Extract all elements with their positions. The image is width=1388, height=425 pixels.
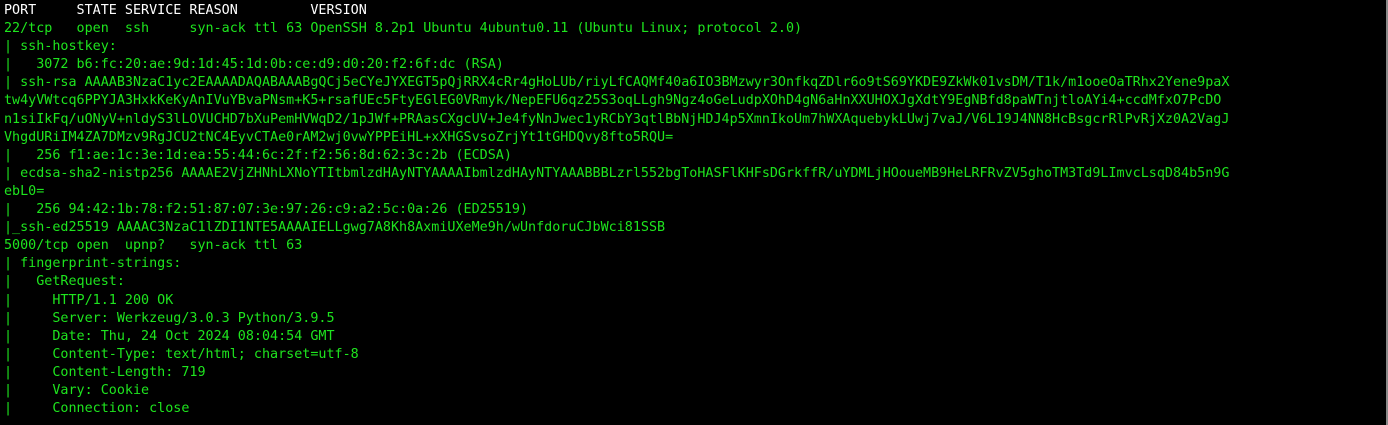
connection-header-line: | Connection: close [4,401,190,417]
rsa-key-line-1: | ssh-rsa AAAAB3NzaC1yc2EAAAADAQABAAABgQ… [4,75,1230,91]
rsa-fingerprint: | 3072 b6:fc:20:ae:9d:1d:45:1d:0b:ce:d9:… [4,57,504,73]
ssh-hostkey-label: | ssh-hostkey: [4,39,117,55]
server-header-line: | Server: Werkzeug/3.0.3 Python/3.9.5 [4,310,335,326]
ed25519-fingerprint: | 256 94:42:1b:78:f2:51:87:07:3e:97:26:c… [4,202,529,218]
ecdsa-fingerprint: | 256 f1:ae:1c:3e:1d:ea:55:44:6c:2f:f2:5… [4,147,512,163]
vary-header-line: | Vary: Cookie [4,382,150,398]
date-header-line: | Date: Thu, 24 Oct 2024 08:04:54 GMT [4,328,335,344]
port-22-row: 22/tcp open ssh syn-ack ttl 63 OpenSSH 8… [4,21,803,37]
http-status-line: | HTTP/1.1 200 OK [4,292,174,308]
terminal-window[interactable]: PORT STATE SERVICE REASON VERSION 22/tcp… [0,0,1388,425]
rsa-key-line-2: tw4yVWtcq6PPYJA3HxkKeKyAnIVuYBvaPNsm+K5+… [4,93,1222,109]
ecdsa-key-line-2: ebL0= [4,183,45,199]
ecdsa-key-line-1: | ecdsa-sha2-nistp256 AAAAE2VjZHNhLXNoYT… [4,165,1230,181]
port-5000-row: 5000/tcp open upnp? syn-ack ttl 63 [4,238,303,254]
content-type-header-line: | Content-Type: text/html; charset=utf-8 [4,346,359,362]
fingerprint-strings-label: | fingerprint-strings: [4,256,182,272]
nmap-header-row: PORT STATE SERVICE REASON VERSION [4,3,367,18]
rsa-key-line-4: VhgdURiIM4ZA7DMzv9RgJCU2tNC4EyvCTAe0rAM2… [4,129,674,145]
rsa-key-line-3: n1siIkFq/uONyV+nldyS3lLOVUCHD7bXuPemHVWq… [4,111,1230,127]
get-request-label: | GetRequest: [4,274,125,290]
ed25519-key-line: |_ssh-ed25519 AAAAC3NzaC1lZDI1NTE5AAAAIE… [4,220,666,236]
content-length-header-line: | Content-Length: 719 [4,364,206,380]
